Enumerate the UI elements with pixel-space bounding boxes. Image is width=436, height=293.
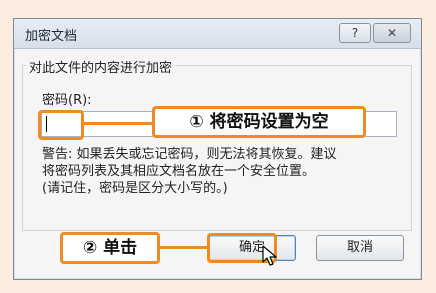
close-button[interactable]: ✕ [373, 23, 411, 43]
warning-text: 警告: 如果丢失或忘记密码，则无法将其恢复。建议 将密码列表及其相应文档名放在一… [42, 146, 412, 197]
title-bar: 加密文档 ? ✕ [14, 19, 421, 49]
password-highlight-box [38, 110, 84, 140]
group-label: 对此文件的内容进行加密 [26, 57, 176, 76]
step-1-callout: ① 将密码设置为空 [152, 106, 366, 138]
help-button[interactable]: ? [339, 23, 371, 43]
password-label: 密码(R): [42, 93, 92, 108]
cancel-button[interactable]: 取消 [316, 235, 404, 261]
warning-line-2: 将密码列表及其相应文档名放在一个安全位置。 [42, 164, 316, 179]
warning-line-1: 警告: 如果丢失或忘记密码，则无法将其恢复。建议 [42, 147, 337, 162]
warning-line-3: (请记住，密码是区分大小写的。) [42, 181, 228, 196]
callout-1-leader [84, 122, 152, 125]
step-2-callout: ② 单击 [60, 232, 160, 264]
mouse-pointer-icon [262, 245, 277, 266]
dialog-title: 加密文档 [25, 29, 78, 44]
callout-2-leader [160, 246, 207, 249]
